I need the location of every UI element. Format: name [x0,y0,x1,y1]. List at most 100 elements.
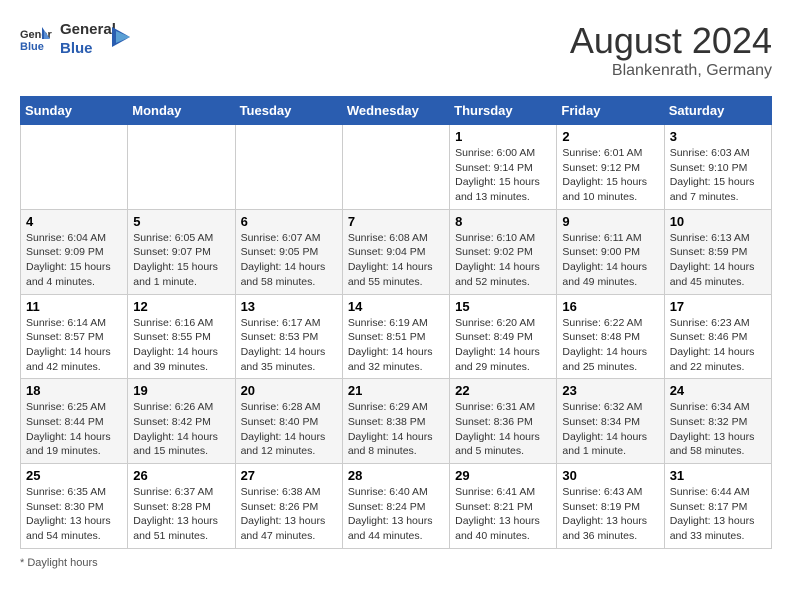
calendar-cell: 29Sunrise: 6:41 AM Sunset: 8:21 PM Dayli… [450,464,557,549]
day-number: 16 [562,299,658,314]
day-number: 2 [562,129,658,144]
calendar-cell: 17Sunrise: 6:23 AM Sunset: 8:46 PM Dayli… [664,294,771,379]
day-number: 28 [348,468,444,483]
day-info: Sunrise: 6:08 AM Sunset: 9:04 PM Dayligh… [348,231,444,290]
calendar-cell: 8 Sunrise: 6:10 AM Sunset: 9:02 PM Daylig… [450,209,557,294]
calendar-cell [342,125,449,210]
day-info: Sunrise: 6:03 AM Sunset: 9:10 PM Dayligh… [670,146,766,205]
day-info: Sunrise: 6:43 AM Sunset: 8:19 PM Dayligh… [562,485,658,544]
calendar-cell: 1Sunrise: 6:00 AM Sunset: 9:14 PM Daylig… [450,125,557,210]
calendar-cell: 25 Sunrise: 6:35 AM Sunset: 8:30 PM Dayli… [21,464,128,549]
day-info: Sunrise: 6:44 AM Sunset: 8:17 PM Dayligh… [670,485,766,544]
day-info: Sunrise: 6:23 AM Sunset: 8:46 PM Dayligh… [670,316,766,375]
day-number: 14 [348,299,444,314]
day-number: 30 [562,468,658,483]
day-info: Sunrise: 6:29 AM Sunset: 8:38 PM Dayligh… [348,400,444,459]
calendar-week-4: 18 Sunrise: 6:25 AM Sunset: 8:44 PM Dayli… [21,379,772,464]
day-info: Sunrise: 6:28 AM Sunset: 8:40 PM Dayligh… [241,400,337,459]
day-info: Sunrise: 6:17 AM Sunset: 8:53 PM Dayligh… [241,316,337,375]
calendar-week-1: 1Sunrise: 6:00 AM Sunset: 9:14 PM Daylig… [21,125,772,210]
day-header-tuesday: Tuesday [235,97,342,125]
calendar-week-3: 11Sunrise: 6:14 AM Sunset: 8:57 PM Dayli… [21,294,772,379]
calendar-cell [128,125,235,210]
calendar-cell: 18 Sunrise: 6:25 AM Sunset: 8:44 PM Dayli… [21,379,128,464]
day-info: Sunrise: 6:34 AM Sunset: 8:32 PM Dayligh… [670,400,766,459]
day-info: Sunrise: 6:00 AM Sunset: 9:14 PM Dayligh… [455,146,551,205]
day-number: 24 [670,383,766,398]
day-number: 3 [670,129,766,144]
calendar-cell [235,125,342,210]
calendar-cell: 12Sunrise: 6:16 AM Sunset: 8:55 PM Dayli… [128,294,235,379]
day-number: 25 [26,468,122,483]
calendar-cell: 11Sunrise: 6:14 AM Sunset: 8:57 PM Dayli… [21,294,128,379]
day-info: Sunrise: 6:10 AM Sunset: 9:02 PM Dayligh… [455,231,551,290]
calendar-cell: 23Sunrise: 6:32 AM Sunset: 8:34 PM Dayli… [557,379,664,464]
day-header-sunday: Sunday [21,97,128,125]
calendar-week-5: 25 Sunrise: 6:35 AM Sunset: 8:30 PM Dayli… [21,464,772,549]
day-header-wednesday: Wednesday [342,97,449,125]
location-title: Blankenrath, Germany [570,62,772,80]
calendar-cell: 28Sunrise: 6:40 AM Sunset: 8:24 PM Dayli… [342,464,449,549]
day-info: Sunrise: 6:37 AM Sunset: 8:28 PM Dayligh… [133,485,229,544]
logo-icon: General Blue [20,25,52,53]
logo-general: General [60,21,116,38]
day-info: Sunrise: 6:38 AM Sunset: 8:26 PM Dayligh… [241,485,337,544]
day-header-saturday: Saturday [664,97,771,125]
svg-text:Blue: Blue [20,41,44,53]
day-number: 19 [133,383,229,398]
day-number: 13 [241,299,337,314]
logo-triangle-icon [112,23,132,51]
day-info: Sunrise: 6:35 AM Sunset: 8:30 PM Dayligh… [26,485,122,544]
day-info: Sunrise: 6:32 AM Sunset: 8:34 PM Dayligh… [562,400,658,459]
logo: General Blue General Blue [20,20,132,58]
calendar-cell: 4 Sunrise: 6:04 AM Sunset: 9:09 PM Daylig… [21,209,128,294]
day-number: 4 [26,214,122,229]
day-number: 26 [133,468,229,483]
calendar-header-row: SundayMondayTuesdayWednesdayThursdayFrid… [21,97,772,125]
day-info: Sunrise: 6:19 AM Sunset: 8:51 PM Dayligh… [348,316,444,375]
day-number: 6 [241,214,337,229]
day-number: 27 [241,468,337,483]
day-info: Sunrise: 6:31 AM Sunset: 8:36 PM Dayligh… [455,400,551,459]
day-info: Sunrise: 6:13 AM Sunset: 8:59 PM Dayligh… [670,231,766,290]
calendar-cell: 22Sunrise: 6:31 AM Sunset: 8:36 PM Dayli… [450,379,557,464]
calendar-cell: 14 Sunrise: 6:19 AM Sunset: 8:51 PM Dayli… [342,294,449,379]
calendar-cell: 13 Sunrise: 6:17 AM Sunset: 8:53 PM Dayli… [235,294,342,379]
day-info: Sunrise: 6:01 AM Sunset: 9:12 PM Dayligh… [562,146,658,205]
day-number: 20 [241,383,337,398]
calendar-cell [21,125,128,210]
day-number: 7 [348,214,444,229]
day-number: 10 [670,214,766,229]
calendar-cell: 31Sunrise: 6:44 AM Sunset: 8:17 PM Dayli… [664,464,771,549]
day-number: 29 [455,468,551,483]
calendar-cell: 10 Sunrise: 6:13 AM Sunset: 8:59 PM Dayli… [664,209,771,294]
day-info: Sunrise: 6:25 AM Sunset: 8:44 PM Dayligh… [26,400,122,459]
day-number: 8 [455,214,551,229]
day-header-monday: Monday [128,97,235,125]
day-info: Sunrise: 6:11 AM Sunset: 9:00 PM Dayligh… [562,231,658,290]
calendar-cell: 9Sunrise: 6:11 AM Sunset: 9:00 PM Daylig… [557,209,664,294]
day-info: Sunrise: 6:04 AM Sunset: 9:09 PM Dayligh… [26,231,122,290]
calendar-cell: 3 Sunrise: 6:03 AM Sunset: 9:10 PM Daylig… [664,125,771,210]
calendar-week-2: 4 Sunrise: 6:04 AM Sunset: 9:09 PM Daylig… [21,209,772,294]
day-info: Sunrise: 6:16 AM Sunset: 8:55 PM Dayligh… [133,316,229,375]
calendar-cell: 20 Sunrise: 6:28 AM Sunset: 8:40 PM Dayli… [235,379,342,464]
calendar-cell: 16 Sunrise: 6:22 AM Sunset: 8:48 PM Dayli… [557,294,664,379]
calendar-cell: 27 Sunrise: 6:38 AM Sunset: 8:26 PM Dayli… [235,464,342,549]
day-info: Sunrise: 6:22 AM Sunset: 8:48 PM Dayligh… [562,316,658,375]
calendar-cell: 15Sunrise: 6:20 AM Sunset: 8:49 PM Dayli… [450,294,557,379]
day-header-thursday: Thursday [450,97,557,125]
calendar-cell: 24 Sunrise: 6:34 AM Sunset: 8:32 PM Dayli… [664,379,771,464]
day-number: 21 [348,383,444,398]
calendar-cell: 26 Sunrise: 6:37 AM Sunset: 8:28 PM Dayli… [128,464,235,549]
footer-note: * Daylight hours [20,557,772,569]
month-title: August 2024 [570,20,772,62]
day-number: 18 [26,383,122,398]
logo-blue: Blue [60,40,93,57]
calendar-cell: 2 Sunrise: 6:01 AM Sunset: 9:12 PM Daylig… [557,125,664,210]
day-info: Sunrise: 6:07 AM Sunset: 9:05 PM Dayligh… [241,231,337,290]
daylight-note: Daylight hours [27,557,97,569]
calendar-cell: 30 Sunrise: 6:43 AM Sunset: 8:19 PM Dayli… [557,464,664,549]
calendar-cell: 7 Sunrise: 6:08 AM Sunset: 9:04 PM Daylig… [342,209,449,294]
day-info: Sunrise: 6:14 AM Sunset: 8:57 PM Dayligh… [26,316,122,375]
